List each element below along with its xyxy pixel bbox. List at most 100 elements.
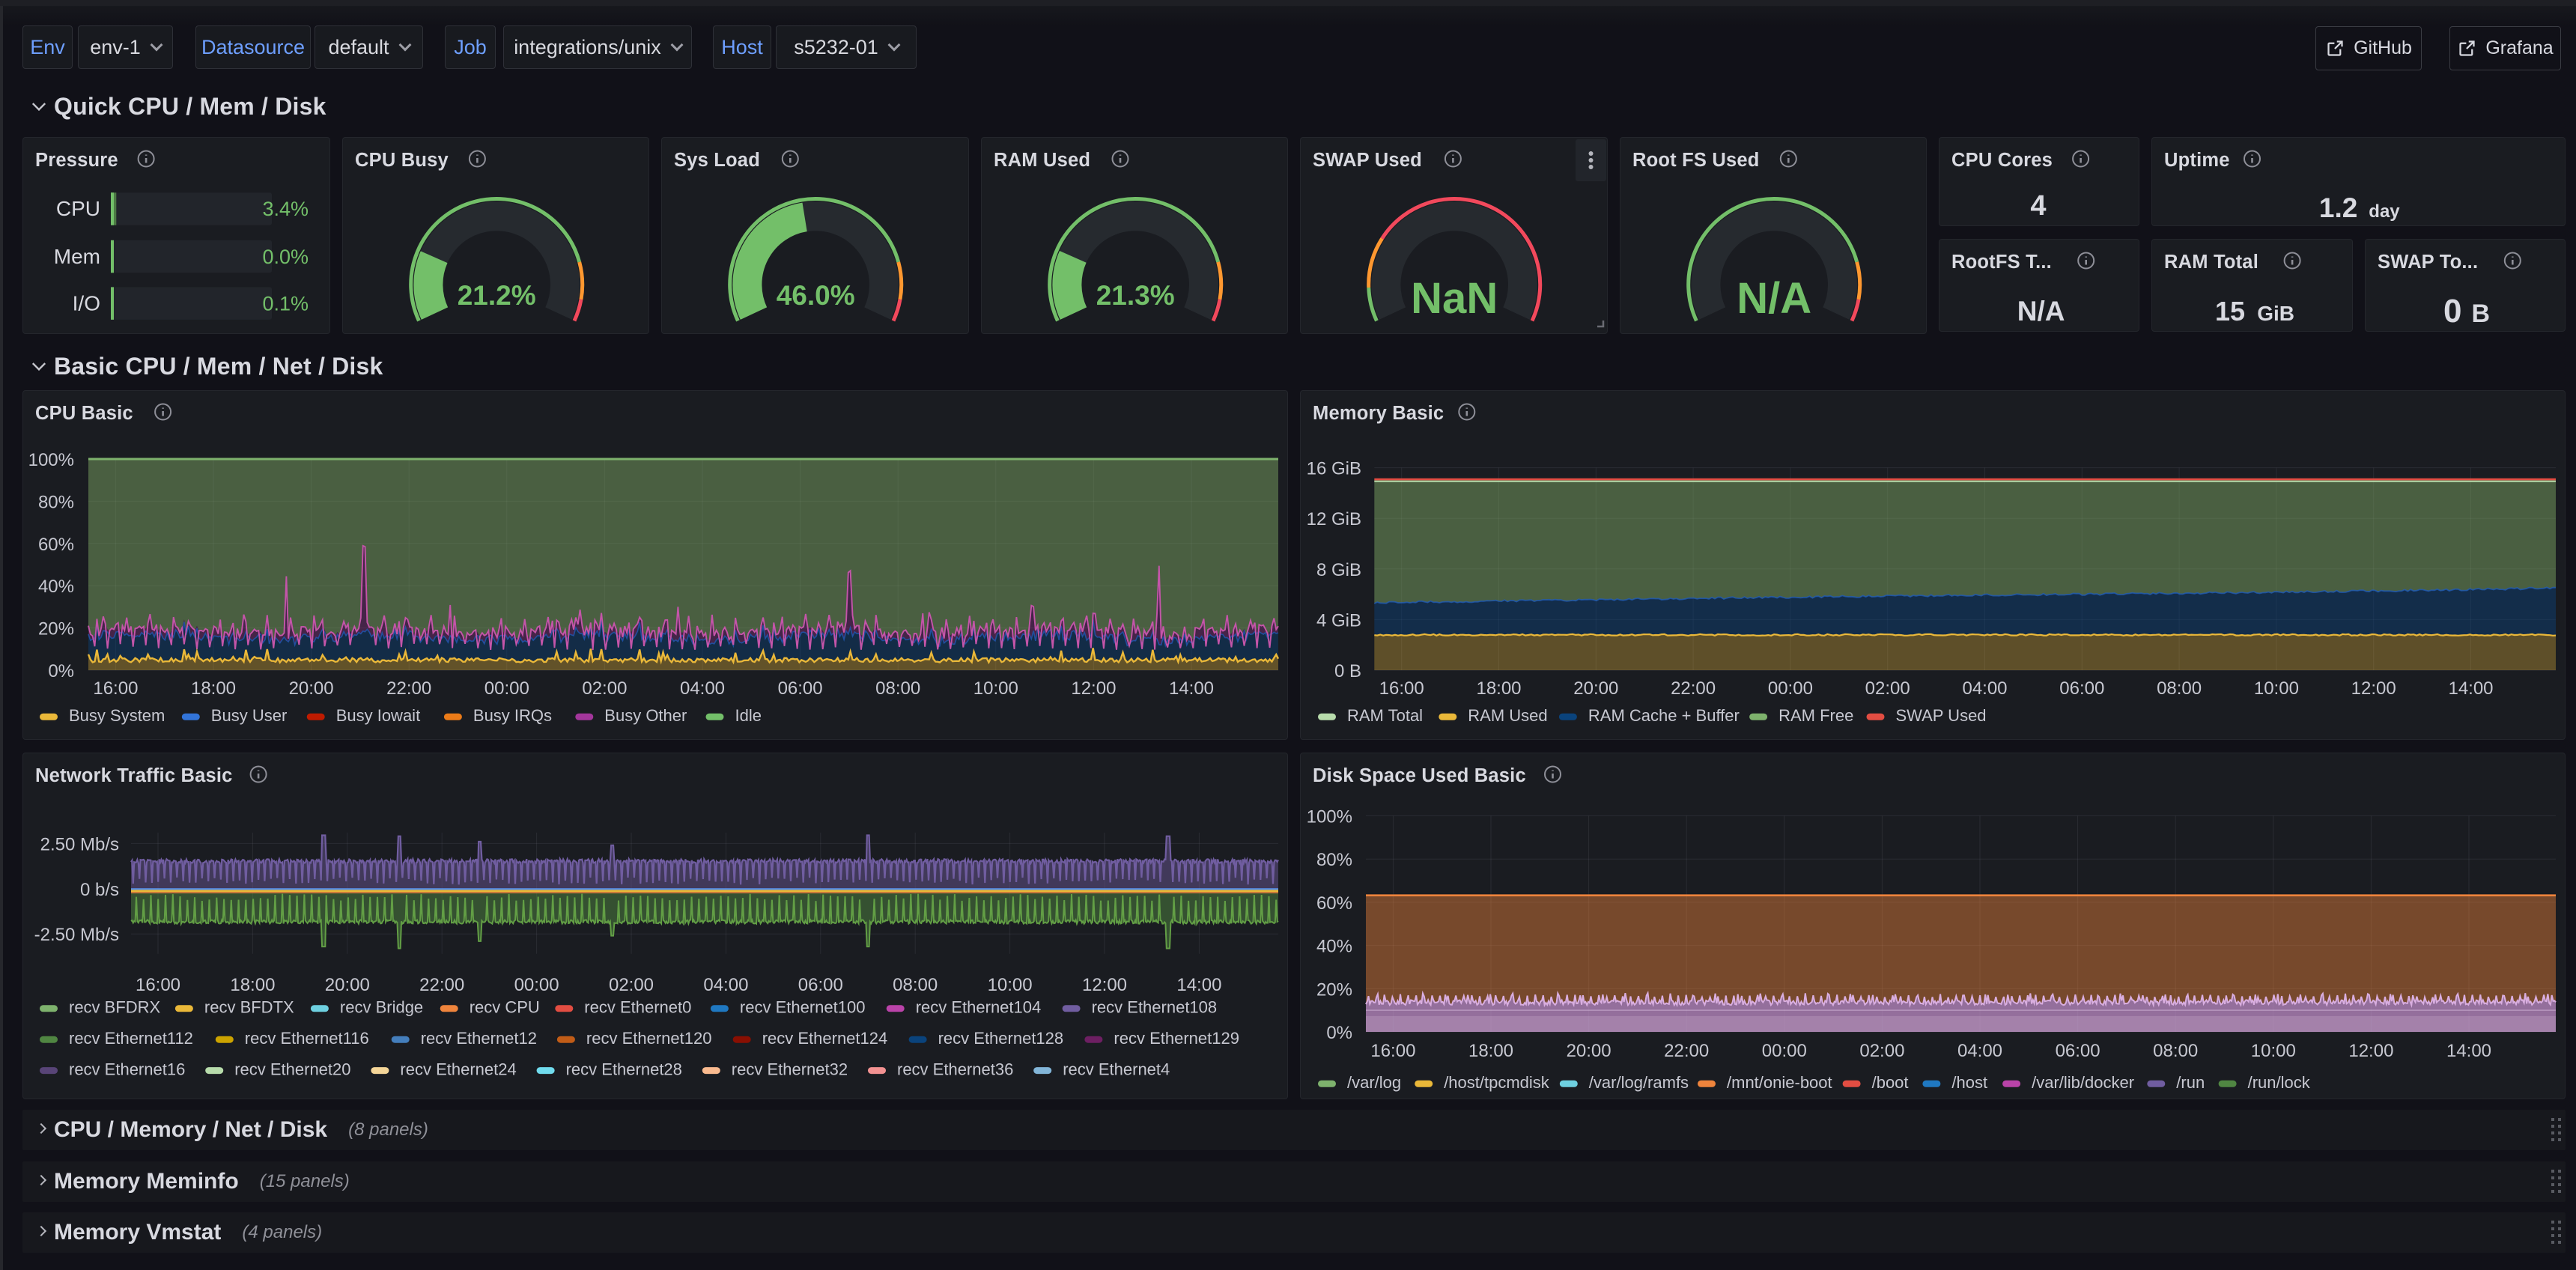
svg-text:RAM Total: RAM Total [1347, 706, 1423, 725]
svg-text:recv Ethernet108: recv Ethernet108 [1092, 998, 1218, 1017]
svg-text:10:00: 10:00 [988, 975, 1033, 995]
svg-text:06:00: 06:00 [2056, 1041, 2100, 1061]
svg-text:06:00: 06:00 [778, 678, 823, 699]
svg-text:100%: 100% [28, 450, 74, 470]
svg-text:18:00: 18:00 [1468, 1041, 1513, 1061]
svg-text:recv Ethernet16: recv Ethernet16 [69, 1060, 185, 1078]
svg-text:Busy User: Busy User [211, 706, 287, 725]
svg-text:recv Ethernet129: recv Ethernet129 [1114, 1029, 1239, 1048]
svg-text:0%: 0% [1326, 1023, 1352, 1043]
svg-text:/var/log: /var/log [1347, 1073, 1401, 1092]
svg-text:recv Ethernet120: recv Ethernet120 [586, 1029, 712, 1048]
svg-text:12:00: 12:00 [2351, 678, 2396, 699]
svg-text:recv Ethernet28: recv Ethernet28 [566, 1060, 682, 1078]
svg-text:16:00: 16:00 [1379, 678, 1424, 699]
svg-text:20%: 20% [38, 619, 74, 639]
svg-text:21.3%: 21.3% [1096, 280, 1174, 311]
svg-text:3.4%: 3.4% [262, 198, 309, 220]
svg-text:recv CPU: recv CPU [470, 998, 540, 1017]
svg-text:14:00: 14:00 [1176, 975, 1221, 995]
svg-text:-2.50 Mb/s: -2.50 Mb/s [34, 925, 119, 945]
svg-text:Busy IRQs: Busy IRQs [473, 706, 552, 725]
svg-text:04:00: 04:00 [1957, 1041, 2002, 1061]
svg-text:20:00: 20:00 [325, 975, 370, 995]
svg-text:RootFS T...: RootFS T... [1951, 252, 2052, 273]
svg-text:recv Ethernet100: recv Ethernet100 [740, 998, 866, 1017]
svg-text:02:00: 02:00 [1859, 1041, 1904, 1061]
svg-text:SWAP Used: SWAP Used [1313, 150, 1422, 171]
svg-text:recv Ethernet128: recv Ethernet128 [938, 1029, 1064, 1048]
svg-text:16:00: 16:00 [93, 678, 138, 699]
svg-text:22:00: 22:00 [386, 678, 431, 699]
svg-text:RAM Total: RAM Total [2164, 252, 2258, 273]
svg-text:Busy Other: Busy Other [604, 706, 687, 725]
svg-text:0: 0 [2443, 293, 2461, 329]
svg-text:recv Ethernet4: recv Ethernet4 [1063, 1060, 1170, 1078]
svg-text:08:00: 08:00 [893, 975, 938, 995]
svg-text:B: B [2471, 300, 2490, 328]
svg-text:Sys Load: Sys Load [674, 150, 760, 171]
svg-text:Busy Iowait: Busy Iowait [336, 706, 421, 725]
svg-text:0.1%: 0.1% [262, 292, 309, 315]
svg-text:I/O: I/O [73, 291, 100, 315]
svg-text:recv BFDRX: recv BFDRX [69, 998, 161, 1017]
svg-text:RAM Free: RAM Free [1778, 706, 1853, 725]
svg-text:04:00: 04:00 [680, 678, 725, 699]
svg-text:recv Ethernet112: recv Ethernet112 [69, 1029, 193, 1048]
svg-text:1.2: 1.2 [2319, 192, 2357, 223]
svg-text:Mem: Mem [54, 245, 100, 268]
svg-text:40%: 40% [38, 577, 74, 597]
svg-text:06:00: 06:00 [2059, 678, 2104, 699]
svg-text:recv Ethernet116: recv Ethernet116 [245, 1029, 369, 1048]
svg-text:/boot: /boot [1872, 1073, 1909, 1092]
svg-text:16:00: 16:00 [1370, 1041, 1415, 1061]
svg-text:06:00: 06:00 [798, 975, 843, 995]
svg-text:0%: 0% [48, 661, 74, 681]
svg-text:08:00: 08:00 [2157, 678, 2202, 699]
svg-text:recv Ethernet20: recv Ethernet20 [234, 1060, 350, 1078]
svg-text:GiB: GiB [2258, 302, 2295, 325]
svg-text:recv Ethernet32: recv Ethernet32 [732, 1060, 848, 1078]
svg-text:20:00: 20:00 [1567, 1041, 1611, 1061]
svg-text:12:00: 12:00 [1082, 975, 1127, 995]
svg-text:recv Ethernet104: recv Ethernet104 [916, 998, 1042, 1017]
svg-text:Idle: Idle [735, 706, 762, 725]
svg-text:20:00: 20:00 [1573, 678, 1618, 699]
svg-text:18:00: 18:00 [230, 975, 275, 995]
svg-text:10:00: 10:00 [2251, 1041, 2296, 1061]
svg-text:80%: 80% [1316, 850, 1352, 870]
svg-text:Pressure: Pressure [35, 150, 118, 171]
svg-text:04:00: 04:00 [703, 975, 748, 995]
svg-text:10:00: 10:00 [973, 678, 1018, 699]
svg-text:recv Ethernet36: recv Ethernet36 [897, 1060, 1013, 1078]
svg-text:08:00: 08:00 [2153, 1041, 2198, 1061]
svg-text:60%: 60% [38, 535, 74, 555]
svg-text:SWAP To...: SWAP To... [2378, 252, 2478, 273]
svg-text:/host/tpcmdisk: /host/tpcmdisk [1444, 1073, 1550, 1092]
svg-text:8 GiB: 8 GiB [1316, 560, 1361, 580]
svg-text:00:00: 00:00 [1762, 1041, 1807, 1061]
svg-text:12:00: 12:00 [2348, 1041, 2393, 1061]
svg-text:4 GiB: 4 GiB [1316, 610, 1361, 631]
svg-text:recv Ethernet12: recv Ethernet12 [421, 1029, 537, 1048]
svg-text:Memory Basic: Memory Basic [1313, 403, 1444, 424]
svg-text:02:00: 02:00 [609, 975, 654, 995]
svg-text:RAM Used: RAM Used [1468, 706, 1547, 725]
svg-text:recv Ethernet24: recv Ethernet24 [400, 1060, 516, 1078]
svg-text:CPU Cores: CPU Cores [1951, 150, 2053, 171]
svg-text:00:00: 00:00 [1768, 678, 1813, 699]
svg-text:N/A: N/A [1737, 274, 1811, 323]
svg-text:2.50 Mb/s: 2.50 Mb/s [40, 834, 119, 854]
svg-text:/run/lock: /run/lock [2248, 1073, 2311, 1092]
svg-text:16:00: 16:00 [136, 975, 180, 995]
svg-text:0.0%: 0.0% [262, 246, 309, 268]
svg-text:18:00: 18:00 [1476, 678, 1521, 699]
svg-text:18:00: 18:00 [191, 678, 236, 699]
svg-text:60%: 60% [1316, 893, 1352, 914]
svg-text:00:00: 00:00 [484, 678, 529, 699]
svg-text:Network Traffic Basic: Network Traffic Basic [35, 765, 233, 786]
svg-text:Disk Space Used Basic: Disk Space Used Basic [1313, 765, 1526, 786]
svg-text:20%: 20% [1316, 979, 1352, 1000]
svg-text:12 GiB: 12 GiB [1307, 509, 1361, 529]
svg-text:02:00: 02:00 [582, 678, 627, 699]
